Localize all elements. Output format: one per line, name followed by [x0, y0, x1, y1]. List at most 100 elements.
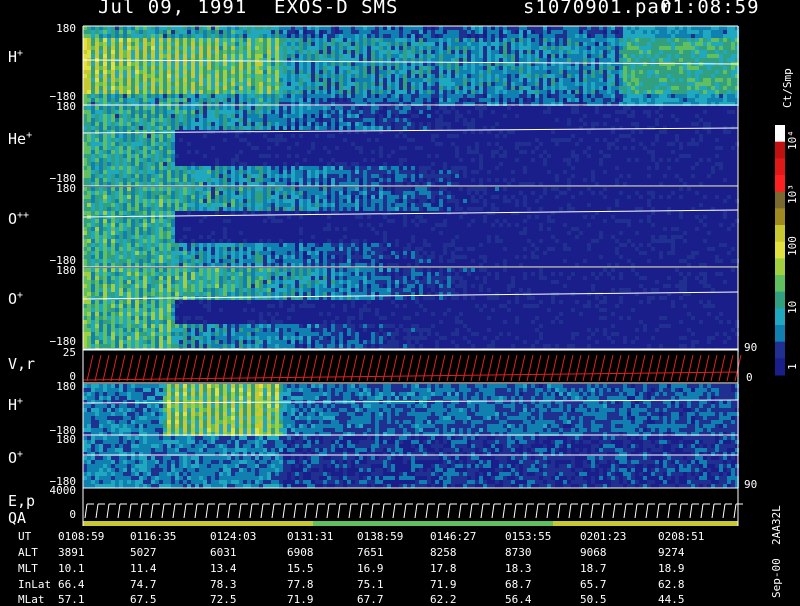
panel-h-plus-cell — [695, 38, 699, 42]
panel-h-plus-cell — [295, 86, 299, 90]
panel-h-plus-cell — [719, 86, 723, 90]
panel-he-plus-cell — [651, 158, 655, 162]
panel-he-plus-cell — [207, 126, 211, 130]
panel-he-plus-cell — [83, 150, 87, 154]
panel-he-plus-cell — [155, 110, 159, 114]
panel-h-plus-cell — [467, 66, 471, 70]
panel-h-plus-cell — [491, 90, 495, 94]
panel-he-plus-cell — [275, 114, 279, 118]
panel-h-plus-cell — [139, 86, 143, 90]
panel-h-plus-cell — [503, 26, 507, 30]
panel-h-plus-cell — [499, 66, 503, 70]
panel-h-plus-cell — [159, 78, 163, 82]
panel-h-plus-cell — [655, 50, 659, 54]
panel-h-plus-cell — [703, 94, 707, 98]
panel-h-plus-cell — [247, 42, 251, 46]
panel-he-plus-cell — [631, 130, 635, 134]
panel-h-plus-cell — [239, 86, 243, 90]
panel-h-plus-cell — [579, 86, 583, 90]
panel-he-plus-cell — [411, 126, 415, 130]
panel-he-plus-cell — [271, 166, 275, 170]
panel-h-plus-cell — [579, 82, 583, 86]
panel-h-plus-cell — [383, 74, 387, 78]
panel-he-plus-cell — [287, 146, 291, 150]
panel-he-plus-cell — [235, 122, 239, 126]
panel-he-plus-cell — [135, 166, 139, 170]
panel-he-plus-cell — [455, 110, 459, 114]
panel-h-plus-cell — [531, 86, 535, 90]
panel-h-plus-cell — [623, 98, 627, 102]
panel-h-plus-cell — [599, 30, 603, 34]
panel-he-plus-cell — [179, 106, 183, 110]
panel-h-plus-cell — [419, 70, 423, 74]
panel-h-plus-cell — [575, 50, 579, 54]
panel-he-plus-cell — [343, 178, 347, 182]
panel-h-plus-cell — [491, 70, 495, 74]
panel-h-plus-cell — [595, 94, 599, 98]
panel-he-plus-cell — [127, 110, 131, 114]
panel-h-plus-cell — [487, 58, 491, 62]
panel-he-plus-cell — [107, 130, 111, 134]
panel-he-plus-cell — [163, 178, 167, 182]
panel-he-plus-cell — [347, 174, 351, 178]
panel-h-plus-cell — [319, 54, 323, 58]
panel-h-plus-cell — [603, 50, 607, 54]
panel-h-plus-cell — [467, 70, 471, 74]
panel-he-plus-cell — [135, 178, 139, 182]
panel-he-plus-cell — [195, 166, 199, 170]
panel-h-plus-cell — [127, 66, 131, 70]
panel-h-plus-cell — [135, 50, 139, 54]
panel-h-plus-cell — [123, 62, 127, 66]
panel-h-plus-cell — [511, 42, 515, 46]
panel-h-plus-cell — [663, 82, 667, 86]
panel-he-plus-cell — [499, 146, 503, 150]
panel-h-plus-cell — [507, 66, 511, 70]
panel-he-plus-cell — [339, 170, 343, 174]
panel-h-plus-cell — [363, 86, 367, 90]
panel-he-plus-cell — [199, 170, 203, 174]
panel-h-plus-cell — [519, 70, 523, 74]
panel-h-plus-cell — [335, 74, 339, 78]
panel-h-plus-cell — [703, 86, 707, 90]
panel-he-plus-cell — [363, 110, 367, 114]
panel-h-plus-cell — [667, 74, 671, 78]
panel-h-plus-cell — [583, 94, 587, 98]
panel-h-plus-cell — [471, 66, 475, 70]
panel-h-plus-cell — [199, 42, 203, 46]
panel-h-plus-cell — [127, 62, 131, 66]
panel-o-plusplus-cell — [123, 247, 127, 251]
panel-h-plus-cell — [687, 46, 691, 50]
panel-h-plus-cell — [127, 82, 131, 86]
panel-h-plus-cell — [303, 78, 307, 82]
panel-he-plus-cell — [155, 114, 159, 118]
panel-h-plus-cell — [651, 50, 655, 54]
panel-he-plus-cell — [283, 138, 287, 142]
panel-h-plus-cell — [551, 34, 555, 38]
panel-he-plus-cell — [283, 174, 287, 178]
panel-h-plus-cell — [643, 74, 647, 78]
panel-h-plus-cell — [539, 94, 543, 98]
panel-h-plus-cell — [723, 78, 727, 82]
panel-he-plus-cell — [215, 114, 219, 118]
panel-h-plus-cell — [447, 94, 451, 98]
panel-he-plus-cell — [259, 118, 263, 122]
panel-h-plus-cell — [447, 34, 451, 38]
panel-h-plus-cell — [471, 26, 475, 30]
panel-h-plus-cell — [379, 26, 383, 30]
panel-he-plus-cell — [107, 146, 111, 150]
panel-h-plus-cell — [399, 70, 403, 74]
panel-h-plus-cell — [143, 50, 147, 54]
panel-h-plus-cell — [131, 82, 135, 86]
panel-h-plus-cell — [99, 54, 103, 58]
panel-h-plus-cell — [663, 74, 667, 78]
panel-h-plus-cell — [263, 82, 267, 86]
panel-he-plus-cell — [87, 182, 91, 186]
panel-he-plus-cell — [195, 178, 199, 182]
panel-h-plus-cell — [415, 26, 419, 30]
panel-o-plusplus-cell — [83, 259, 87, 263]
panel-he-plus-cell — [715, 154, 719, 158]
panel-he-plus-cell — [567, 162, 571, 166]
panel-h-plus-cell — [495, 46, 499, 50]
panel-h-plus-cell — [335, 42, 339, 46]
panel-h-plus-cell — [331, 38, 335, 42]
